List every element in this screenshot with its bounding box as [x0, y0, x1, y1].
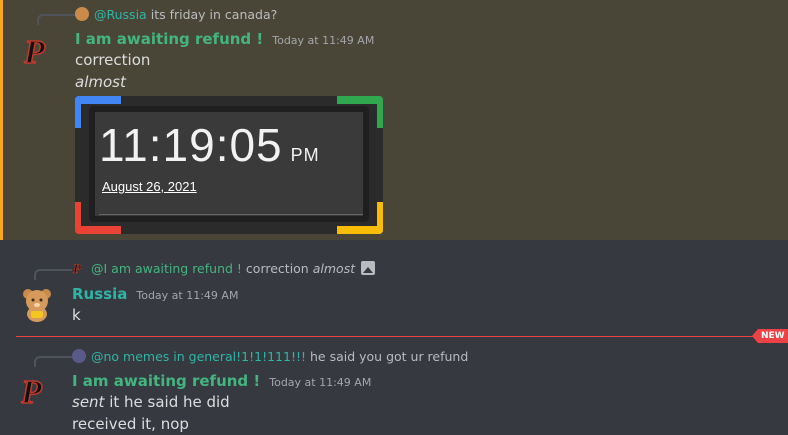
reply-mention[interactable]: @no memes in general!1!1!111!!!	[91, 349, 306, 364]
reply-mention[interactable]: @Russia	[94, 7, 147, 22]
svg-text:P: P	[23, 34, 45, 71]
user-avatar[interactable]: P	[20, 31, 60, 71]
image-icon	[361, 261, 376, 275]
reply-italic: almost	[312, 260, 356, 276]
reply-preview[interactable]: @Russia its friday in canada?	[75, 6, 277, 22]
author-name[interactable]: I am awaiting refund !	[72, 372, 260, 390]
message-line: sent it he said he did	[72, 393, 230, 411]
russia-mini-avatar	[75, 7, 89, 21]
timestamp: Today at 11:49 AM	[272, 34, 375, 47]
reply-preview[interactable]: @no memes in general!1!1!111!!! he said …	[72, 348, 468, 364]
clock-time-value: 11:19:05	[99, 119, 283, 171]
author-name[interactable]: Russia	[72, 285, 127, 303]
reply-text: correction	[245, 260, 309, 276]
reply-text: its friday in canada?	[150, 6, 278, 22]
refund-mini-avatar: P	[73, 261, 83, 275]
message-header: Russia Today at 11:49 AM	[72, 285, 238, 303]
message-line: received it, nop	[72, 415, 189, 433]
timestamp: Today at 11:49 AM	[136, 289, 239, 302]
clock-date: August 26, 2021	[102, 179, 197, 194]
message-highlighted: @Russia its friday in canada? P I am awa…	[0, 0, 788, 240]
russia-avatar[interactable]	[17, 283, 57, 323]
user-avatar[interactable]: P	[17, 371, 57, 411]
message-header: I am awaiting refund ! Today at 11:49 AM	[72, 372, 371, 390]
new-messages-divider	[16, 336, 756, 337]
message-line: correction	[75, 51, 151, 69]
svg-text:P: P	[20, 374, 42, 411]
reply-connector	[34, 356, 72, 367]
reply-mention[interactable]: @I am awaiting refund !	[91, 261, 242, 276]
clock-image-embed[interactable]: 11:19:05 PM August 26, 2021	[75, 96, 383, 234]
author-name[interactable]: I am awaiting refund !	[75, 30, 263, 48]
reply-text: he said you got ur refund	[309, 348, 469, 364]
message-line: almost	[75, 73, 126, 91]
reply-preview[interactable]: P @I am awaiting refund ! correction alm…	[72, 260, 376, 276]
message-line: k	[72, 306, 81, 324]
clock-time: 11:19:05 PM	[99, 118, 320, 172]
new-badge: NEW	[752, 329, 788, 343]
clock-rule	[99, 214, 363, 215]
message-header: I am awaiting refund ! Today at 11:49 AM	[75, 30, 374, 48]
reply-connector	[37, 14, 75, 25]
italic-text: sent	[72, 393, 105, 411]
svg-text:P: P	[73, 261, 82, 275]
reply-connector	[34, 269, 72, 280]
clock-ampm: PM	[290, 145, 320, 165]
user-mini-avatar	[72, 349, 86, 363]
message-text: it he said he did	[104, 393, 230, 411]
timestamp: Today at 11:49 AM	[269, 376, 372, 389]
italic-text: almost	[75, 73, 126, 91]
